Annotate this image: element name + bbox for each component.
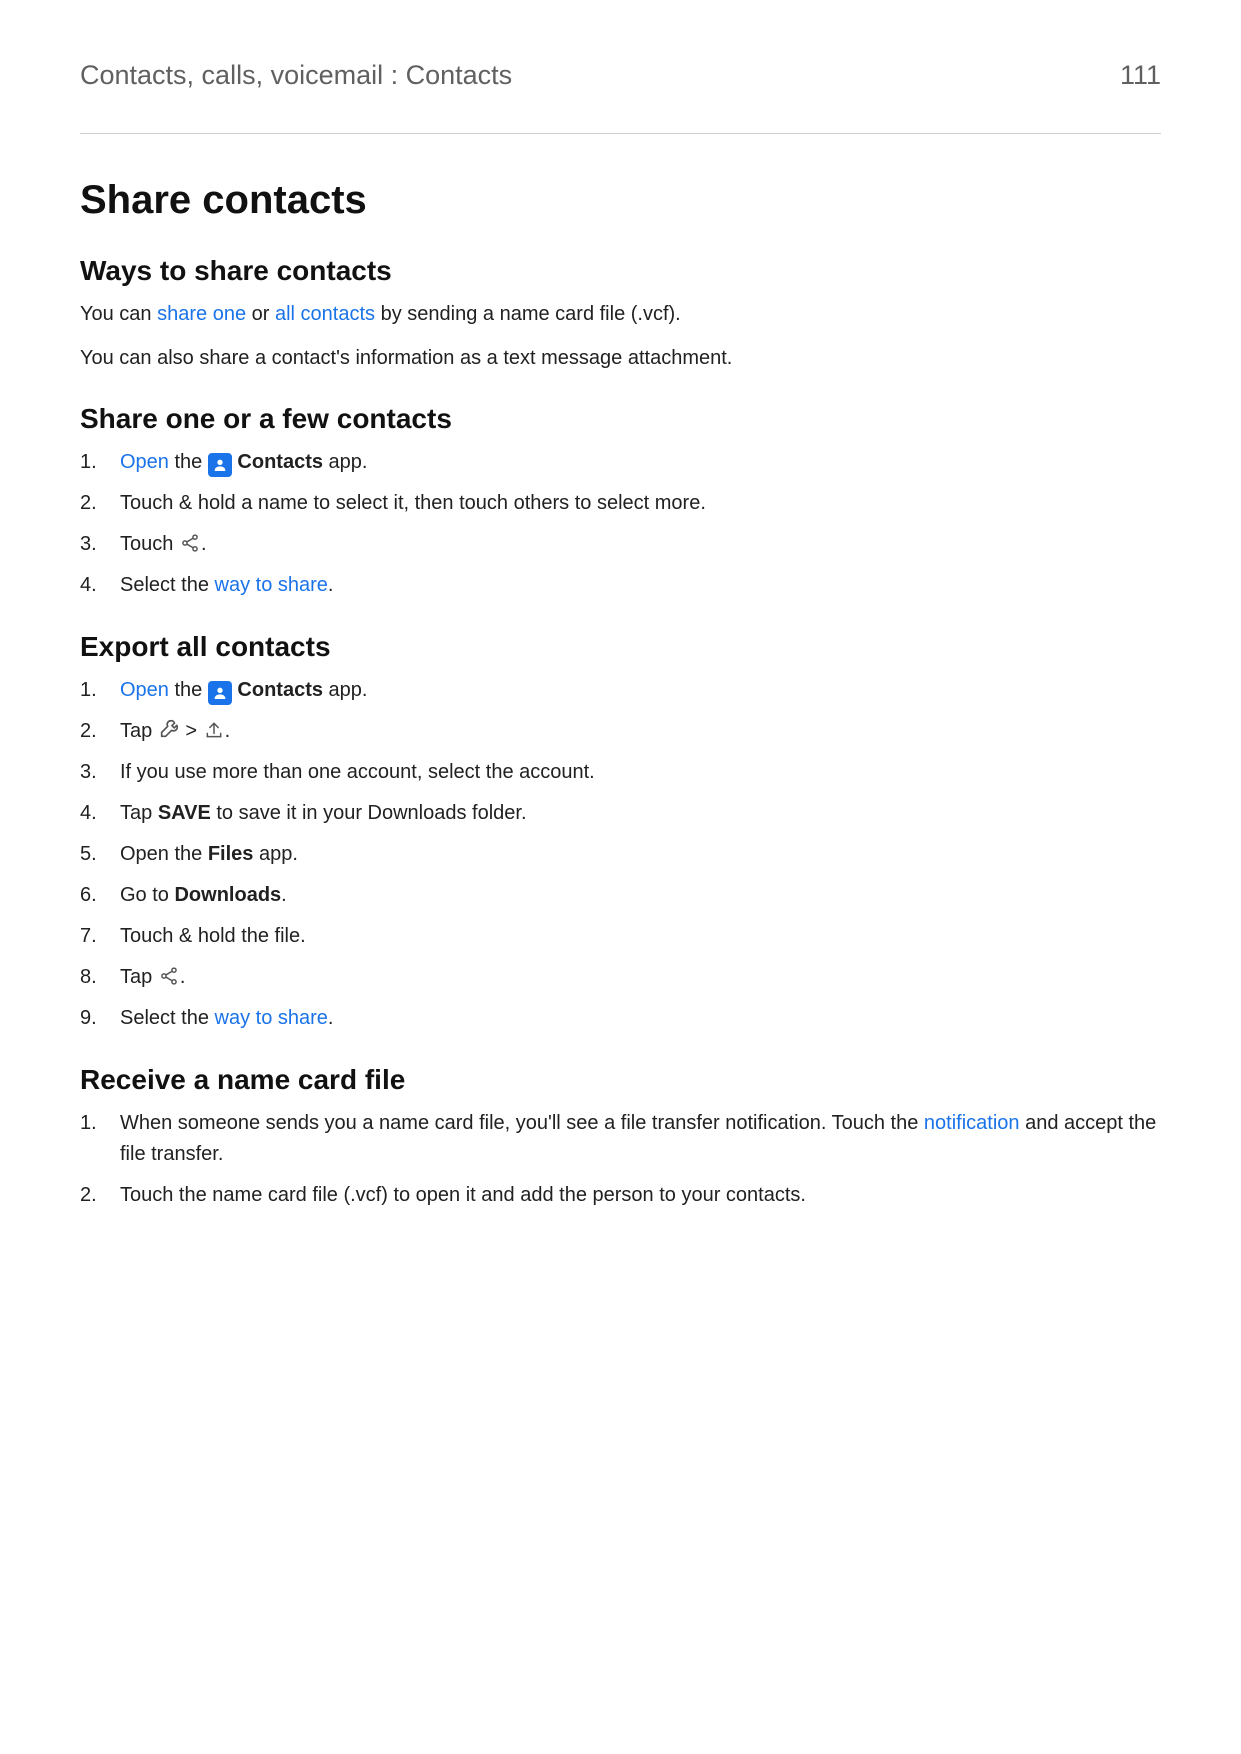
text: Go to [120, 884, 174, 906]
save-bold: SAVE [158, 802, 211, 824]
breadcrumb: Contacts, calls, voicemail : Contacts [80, 60, 512, 91]
text: Tap [120, 966, 158, 988]
list-item: Touch & hold a name to select it, then t… [80, 488, 1161, 519]
page-number: 111 [1120, 60, 1161, 91]
open-link[interactable]: Open [120, 679, 169, 701]
text: the [169, 451, 208, 473]
text: Open the [120, 843, 208, 865]
text: > [180, 720, 203, 742]
receive-heading: Receive a name card file [80, 1064, 1161, 1096]
list-item: Open the Contacts app. [80, 447, 1161, 478]
list-item: Open the Contacts app. [80, 675, 1161, 706]
list-item: Tap SAVE to save it in your Downloads fo… [80, 798, 1161, 829]
list-item: Touch & hold the file. [80, 921, 1161, 952]
downloads-bold: Downloads [174, 884, 281, 906]
text: . [281, 884, 287, 906]
text: app. [253, 843, 297, 865]
text: . [328, 574, 334, 596]
share-icon [179, 532, 201, 554]
ways-paragraph-2: You can also share a contact's informati… [80, 343, 1161, 373]
all-contacts-link[interactable]: all contacts [275, 303, 375, 325]
page: Contacts, calls, voicemail : Contacts 11… [0, 0, 1241, 1754]
contacts-app-name: Contacts [237, 679, 323, 701]
list-item: Tap . [80, 962, 1161, 993]
list-item: Touch . [80, 529, 1161, 560]
text: . [225, 720, 231, 742]
share-one-link[interactable]: share one [157, 303, 246, 325]
page-header: Contacts, calls, voicemail : Contacts 11… [80, 60, 1161, 134]
export-icon [203, 719, 225, 741]
list-item: Go to Downloads. [80, 880, 1161, 911]
way-to-share-link[interactable]: way to share [215, 574, 328, 596]
export-heading: Export all contacts [80, 631, 1161, 663]
list-item: When someone sends you a name card file,… [80, 1108, 1161, 1170]
page-title: Share contacts [80, 178, 1161, 223]
receive-steps: When someone sends you a name card file,… [80, 1108, 1161, 1211]
text: You can [80, 303, 157, 325]
files-bold: Files [208, 843, 254, 865]
fix-manage-icon [158, 718, 180, 740]
list-item: Tap > . [80, 716, 1161, 747]
list-item: Select the way to share. [80, 1003, 1161, 1034]
list-item: Select the way to share. [80, 570, 1161, 601]
list-item: If you use more than one account, select… [80, 757, 1161, 788]
list-item: Touch the name card file (.vcf) to open … [80, 1180, 1161, 1211]
text: Tap [120, 720, 158, 742]
text: to save it in your Downloads folder. [211, 802, 527, 824]
text: . [180, 966, 186, 988]
share-icon [158, 965, 180, 987]
export-steps: Open the Contacts app. Tap > . If you us… [80, 675, 1161, 1034]
contacts-app-icon [208, 453, 232, 477]
notification-link[interactable]: notification [924, 1112, 1020, 1134]
text: When someone sends you a name card file,… [120, 1112, 924, 1134]
way-to-share-link[interactable]: way to share [215, 1007, 328, 1029]
text: or [246, 303, 275, 325]
text: the [169, 679, 208, 701]
ways-heading: Ways to share contacts [80, 255, 1161, 287]
share-one-steps: Open the Contacts app. Touch & hold a na… [80, 447, 1161, 601]
contacts-app-name: Contacts [237, 451, 323, 473]
share-one-heading: Share one or a few contacts [80, 403, 1161, 435]
text: app. [323, 679, 367, 701]
list-item: Open the Files app. [80, 839, 1161, 870]
text: by sending a name card file (.vcf). [375, 303, 681, 325]
ways-paragraph-1: You can share one or all contacts by sen… [80, 299, 1161, 329]
text: . [201, 533, 207, 555]
text: Select the [120, 1007, 215, 1029]
text: Select the [120, 574, 215, 596]
open-link[interactable]: Open [120, 451, 169, 473]
contacts-app-icon [208, 681, 232, 705]
text: . [328, 1007, 334, 1029]
text: Tap [120, 802, 158, 824]
text: app. [323, 451, 367, 473]
text: Touch [120, 533, 179, 555]
